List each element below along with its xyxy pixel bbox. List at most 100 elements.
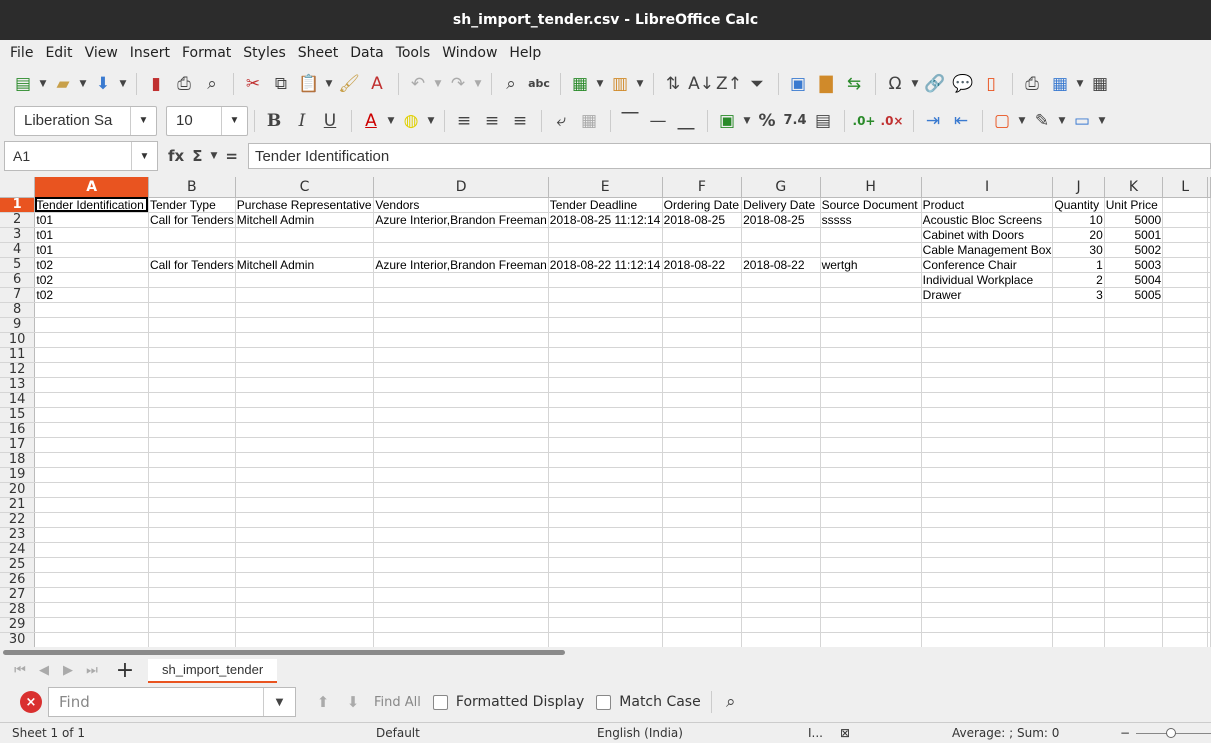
close-find-bar-icon[interactable]: × (20, 691, 42, 713)
cell[interactable] (820, 422, 922, 438)
cell[interactable]: t01 (34, 212, 149, 228)
previous-sheet-icon[interactable]: ◀ (32, 663, 56, 678)
cell[interactable] (235, 587, 375, 603)
cell[interactable] (235, 497, 375, 513)
cell[interactable]: Purchase Representative (235, 197, 375, 213)
currency-dropdown-icon[interactable]: ▼ (742, 108, 752, 134)
cell[interactable] (1052, 332, 1105, 348)
row-header[interactable]: 19 (0, 467, 36, 483)
cell[interactable] (1162, 242, 1208, 258)
cell[interactable] (548, 392, 663, 408)
cell[interactable] (1052, 512, 1105, 528)
column-header-h[interactable]: H (820, 177, 922, 198)
cell[interactable] (741, 392, 821, 408)
cell[interactable] (662, 302, 743, 318)
cell[interactable]: t02 (34, 272, 149, 288)
cell[interactable] (1207, 302, 1211, 318)
cell[interactable] (1052, 602, 1105, 618)
cell[interactable] (373, 527, 549, 543)
cell[interactable] (820, 467, 922, 483)
cell[interactable] (1207, 257, 1211, 273)
cell[interactable] (1052, 542, 1105, 558)
cell[interactable]: 2 (1052, 272, 1105, 288)
cell[interactable] (820, 512, 922, 528)
cell[interactable] (741, 437, 821, 453)
cell[interactable] (820, 482, 922, 498)
column-header-k[interactable]: K (1104, 177, 1164, 198)
cell[interactable] (1052, 617, 1105, 633)
cell[interactable] (921, 617, 1054, 633)
cell[interactable] (1207, 602, 1211, 618)
cell[interactable] (741, 632, 821, 647)
cell[interactable] (34, 437, 149, 453)
cell[interactable] (548, 407, 663, 423)
cell[interactable] (373, 332, 549, 348)
cell[interactable] (235, 527, 375, 543)
cell[interactable] (235, 347, 375, 363)
hyperlink-icon[interactable]: 🔗 (922, 71, 948, 97)
align-right-icon[interactable]: ≡ (507, 108, 533, 134)
cell[interactable] (548, 347, 663, 363)
cell[interactable] (1052, 557, 1105, 573)
cell[interactable] (741, 362, 821, 378)
cell[interactable] (1162, 632, 1208, 647)
cell[interactable] (548, 512, 663, 528)
cell[interactable] (1104, 467, 1164, 483)
cell[interactable] (741, 407, 821, 423)
cell[interactable] (148, 437, 236, 453)
increase-indent-icon[interactable]: ⇥ (920, 108, 946, 134)
cell[interactable] (921, 392, 1054, 408)
formatted-display-checkbox[interactable] (432, 694, 448, 710)
cell[interactable] (1207, 212, 1211, 228)
cell[interactable] (1162, 527, 1208, 543)
font-color-dropdown-icon[interactable]: ▼ (386, 108, 396, 134)
cell[interactable] (148, 632, 236, 647)
cell[interactable] (1104, 437, 1164, 453)
cell[interactable]: Tender Identification (34, 197, 149, 213)
cell[interactable] (235, 482, 375, 498)
cell[interactable] (820, 227, 922, 243)
cell[interactable] (662, 467, 743, 483)
row-header[interactable]: 12 (0, 362, 36, 378)
cell[interactable]: 2018-08-25 (662, 212, 743, 228)
cell[interactable] (34, 512, 149, 528)
find-replace-icon[interactable]: ⌕ (718, 689, 744, 715)
cell[interactable] (1104, 452, 1164, 468)
align-center-icon[interactable]: ≡ (479, 108, 505, 134)
cell[interactable]: Cabinet with Doors (921, 227, 1054, 243)
cell[interactable] (1052, 467, 1105, 483)
cell[interactable] (820, 362, 922, 378)
name-box[interactable]: A1 ▼ (4, 141, 158, 171)
cell[interactable] (921, 332, 1054, 348)
cell[interactable] (548, 572, 663, 588)
split-window-icon[interactable]: ▦ (1087, 71, 1113, 97)
cell[interactable] (235, 632, 375, 647)
cut-icon[interactable]: ✂ (240, 71, 266, 97)
cell[interactable] (34, 392, 149, 408)
cell[interactable] (548, 467, 663, 483)
cell[interactable] (1162, 572, 1208, 588)
undo-icon[interactable]: ↶ (405, 71, 431, 97)
column-icon[interactable]: ▥ (607, 71, 633, 97)
cell[interactable] (741, 347, 821, 363)
cell[interactable] (548, 542, 663, 558)
cell[interactable] (1162, 347, 1208, 363)
cell[interactable] (1104, 407, 1164, 423)
menu-format[interactable]: Format (176, 45, 237, 61)
row-header[interactable]: 6 (0, 272, 36, 288)
cell[interactable]: Acoustic Bloc Screens (921, 212, 1054, 228)
cell[interactable] (148, 557, 236, 573)
cell[interactable] (235, 617, 375, 633)
cell[interactable] (148, 467, 236, 483)
cell[interactable] (548, 242, 663, 258)
cell[interactable] (820, 377, 922, 393)
cell[interactable] (662, 542, 743, 558)
cell[interactable] (148, 452, 236, 468)
first-sheet-icon[interactable]: ⏮ (8, 663, 32, 678)
cell[interactable]: 2018-08-22 (662, 257, 743, 273)
open-dropdown-icon[interactable]: ▼ (78, 71, 88, 97)
paste-icon[interactable]: 📋 (296, 71, 322, 97)
special-character-icon[interactable]: Ω (882, 71, 908, 97)
selection-mode[interactable]: I... (808, 726, 823, 740)
cell[interactable] (741, 377, 821, 393)
